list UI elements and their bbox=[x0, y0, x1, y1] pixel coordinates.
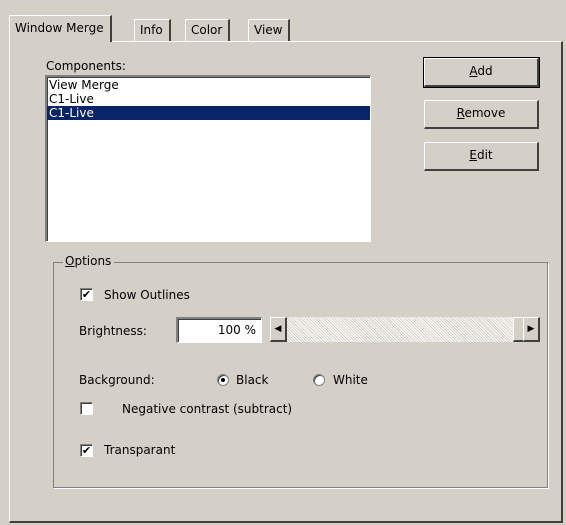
tab-window-merge[interactable]: Window Merge bbox=[9, 15, 112, 42]
tab-info[interactable]: Info bbox=[134, 19, 171, 41]
tab-panel bbox=[9, 41, 563, 523]
tab-view[interactable]: View bbox=[248, 19, 291, 41]
tab-color[interactable]: Color bbox=[185, 19, 231, 41]
